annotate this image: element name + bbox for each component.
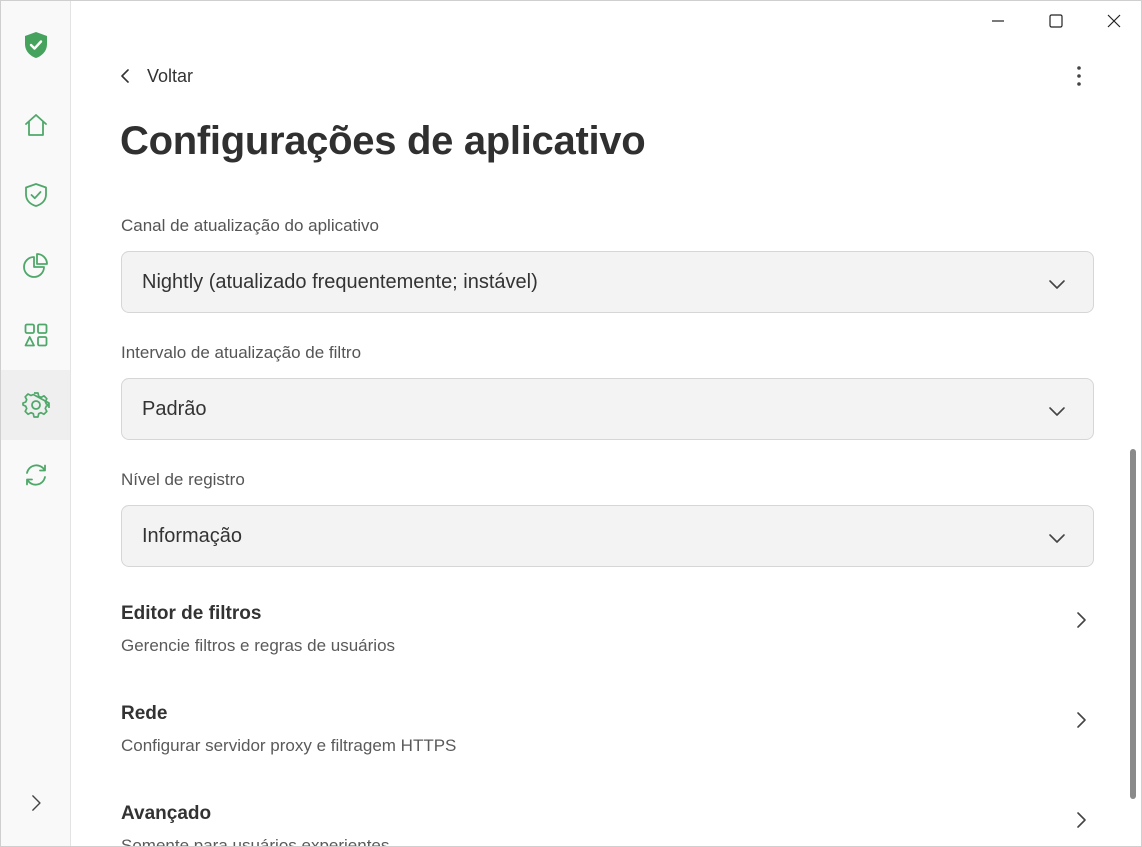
app-logo-icon: [1, 10, 70, 80]
log-level-select[interactable]: Informação: [121, 505, 1094, 567]
more-options-button[interactable]: [1063, 59, 1095, 93]
gear-icon: [21, 392, 50, 418]
filter-interval-label: Intervalo de atualização de filtro: [121, 343, 362, 362]
network-subtitle: Configurar servidor proxy e filtragem HT…: [121, 736, 457, 755]
network-link[interactable]: Rede Configurar servidor proxy e filtrag…: [121, 703, 1096, 773]
chevron-down-icon: [1049, 407, 1065, 416]
sync-icon: [25, 464, 46, 486]
network-title: Rede: [121, 703, 168, 724]
close-button[interactable]: [1086, 3, 1141, 39]
maximize-icon: [1049, 14, 1063, 28]
filter-interval-value: Padrão: [142, 397, 207, 420]
sidebar-item-updates[interactable]: [1, 440, 70, 510]
advanced-subtitle: Somente para usuários experientes: [121, 836, 390, 847]
log-level-label: Nível de registro: [121, 470, 245, 489]
sidebar-item-apps[interactable]: [1, 300, 70, 370]
minimize-icon: [992, 20, 1004, 22]
chevron-right-icon: [31, 795, 41, 811]
filter-interval-select[interactable]: Padrão: [121, 378, 1094, 440]
app-window: Voltar Configurações de aplicativo Canal…: [0, 0, 1142, 847]
chevron-down-icon: [1049, 534, 1065, 543]
filter-editor-link[interactable]: Editor de filtros Gerencie filtros e reg…: [121, 603, 1096, 673]
chevron-down-icon: [1049, 280, 1065, 289]
maximize-button[interactable]: [1028, 3, 1084, 39]
back-label: Voltar: [147, 65, 194, 86]
update-channel-label: Canal de atualização do aplicativo: [121, 216, 380, 235]
filter-editor-title: Editor de filtros: [121, 603, 262, 624]
sidebar-item-statistics[interactable]: [1, 230, 70, 300]
page-title: Configurações de aplicativo: [120, 119, 646, 163]
sidebar-item-home[interactable]: [1, 90, 70, 160]
sidebar-item-settings[interactable]: [1, 370, 70, 440]
scrollbar-thumb[interactable]: [1130, 449, 1136, 799]
chevron-right-icon: [1077, 712, 1086, 728]
apps-icon: [24, 323, 47, 347]
advanced-title: Avançado: [121, 803, 212, 824]
close-icon: [1107, 14, 1121, 28]
shield-check-icon: [24, 183, 47, 207]
back-button[interactable]: Voltar: [117, 61, 193, 91]
update-channel-value: Nightly (atualizado frequentemente; inst…: [142, 270, 538, 293]
home-icon: [24, 114, 47, 136]
log-level-value: Informação: [142, 524, 243, 547]
sidebar-expand-button[interactable]: [1, 768, 70, 838]
advanced-link[interactable]: Avançado Somente para usuários experient…: [121, 803, 1096, 847]
pie-chart-icon: [22, 253, 48, 278]
chevron-right-icon: [1077, 812, 1086, 828]
chevron-right-icon: [1077, 612, 1086, 628]
minimize-button[interactable]: [970, 3, 1026, 39]
chevron-left-icon: [121, 69, 129, 83]
sidebar: [1, 1, 71, 846]
filter-editor-subtitle: Gerencie filtros e regras de usuários: [121, 636, 396, 655]
sidebar-item-protection[interactable]: [1, 160, 70, 230]
kebab-menu-icon: [1077, 66, 1081, 86]
update-channel-select[interactable]: Nightly (atualizado frequentemente; inst…: [121, 251, 1094, 313]
